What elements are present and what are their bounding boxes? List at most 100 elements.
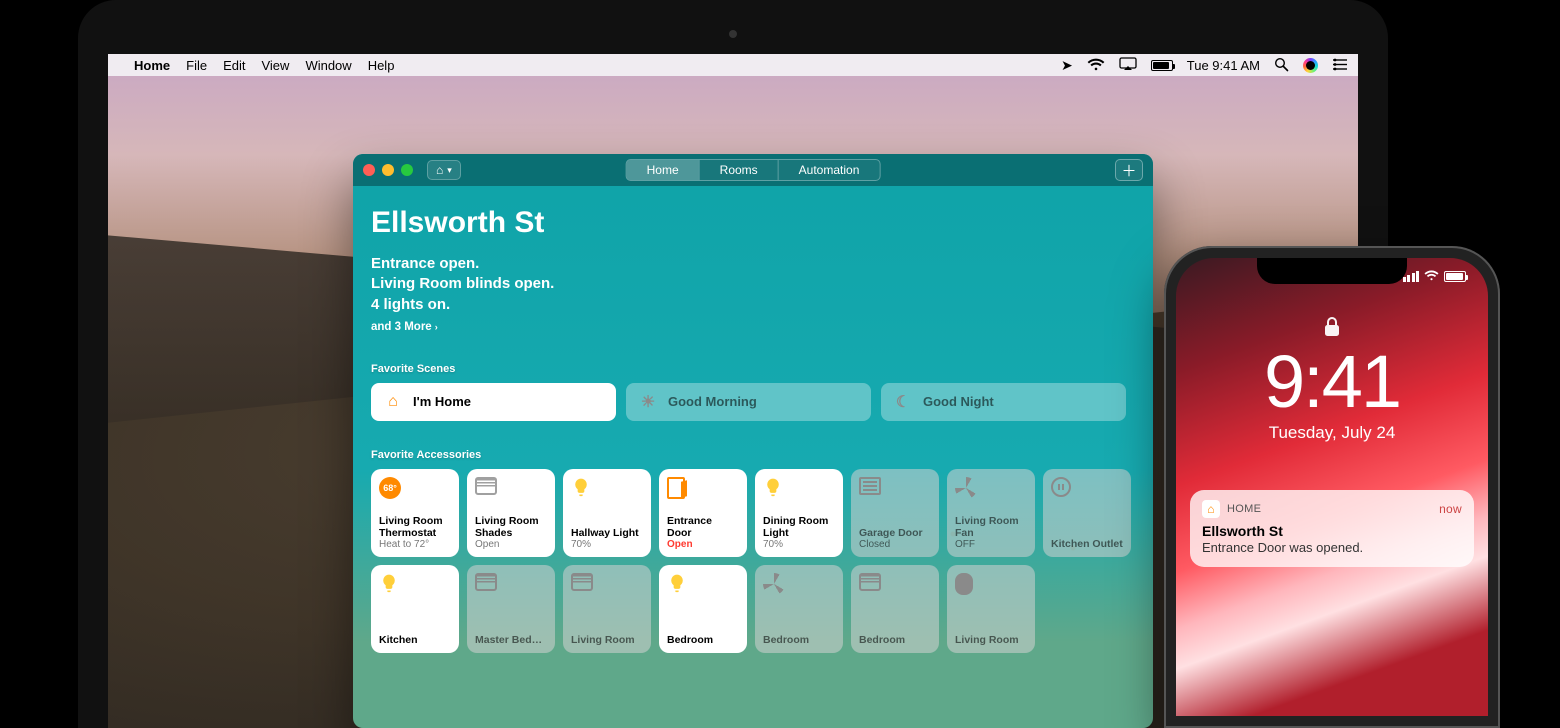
mac-menubar: Home File Edit View Window Help ➤ Tue 9:… (108, 54, 1358, 76)
tile-name: Dining Room Light (763, 515, 835, 539)
accessory-tile[interactable]: Living Room ShadesOpen (467, 469, 555, 557)
lock-time: 9:41 (1176, 345, 1488, 419)
minimize-button[interactable] (382, 164, 394, 176)
accessory-tile[interactable]: Kitchen Outlet (1043, 469, 1131, 557)
accessory-tile[interactable]: Bedroom (659, 565, 747, 653)
accessory-tile[interactable]: Kitchen (371, 565, 459, 653)
accessory-tile[interactable]: Hallway Light70% (563, 469, 651, 557)
tile-name: Bedroom (763, 634, 835, 646)
home-person-icon: ⌂ (383, 392, 403, 412)
favorite-accessories-label: Favorite Accessories (371, 449, 1135, 461)
moon-icon: ☾ (893, 392, 913, 412)
battery-icon[interactable] (1151, 60, 1173, 71)
home-app-window: ⌂ ▾ Home Rooms Automation ＋ Ellsworth St… (353, 154, 1153, 728)
accessory-tile[interactable]: Living Room (947, 565, 1035, 653)
status-line-2: Living Room blinds open. (371, 274, 1135, 294)
lock-icon (1176, 316, 1488, 343)
notification-body: Entrance Door was opened. (1202, 540, 1462, 555)
close-button[interactable] (363, 164, 375, 176)
view-tabs: Home Rooms Automation (626, 159, 881, 181)
menu-window[interactable]: Window (305, 58, 351, 73)
status-more-link[interactable]: and 3 More › (371, 321, 438, 333)
chevron-down-icon: ▾ (447, 165, 452, 176)
tab-rooms[interactable]: Rooms (699, 160, 778, 180)
window-controls (363, 164, 413, 176)
tile-name: Living Room Shades (475, 515, 547, 539)
accessory-tile[interactable]: 68°Living Room ThermostatHeat to 72° (371, 469, 459, 557)
tile-state: OFF (955, 539, 1027, 550)
status-more-text: and 3 More (371, 321, 432, 333)
tile-name: Bedroom (667, 634, 739, 646)
tile-name: Living Room Thermostat (379, 515, 451, 539)
tile-name: Living Room Fan (955, 515, 1027, 539)
accessory-tile[interactable]: Entrance DoorOpen (659, 469, 747, 557)
tile-name: Entrance Door (667, 515, 739, 539)
accessory-tile[interactable]: Master Bed… (467, 565, 555, 653)
menu-edit[interactable]: Edit (223, 58, 245, 73)
siri-icon[interactable] (1303, 58, 1318, 73)
location-icon[interactable]: ➤ (1061, 58, 1073, 72)
accessory-tiles-row1: 68°Living Room ThermostatHeat to 72°Livi… (371, 469, 1135, 557)
accessory-tiles-row2: KitchenMaster Bed… Living Room Bedroom Bedr… (371, 565, 1135, 653)
iphone-lockscreen: 9:41 Tuesday, July 24 ⌂ HOME now Ellswor… (1176, 258, 1488, 716)
scene-im-home[interactable]: ⌂ I'm Home (371, 383, 616, 421)
tile-state: Heat to 72° (379, 539, 451, 550)
sunrise-icon: ☀ (638, 392, 658, 412)
notification-title: Ellsworth St (1202, 523, 1462, 539)
tab-home[interactable]: Home (627, 160, 699, 180)
menubar-right: ➤ Tue 9:41 AM (1061, 57, 1348, 74)
tile-name: Garage Door (859, 527, 931, 539)
accessory-tile[interactable]: Living Room FanOFF (947, 469, 1035, 557)
wifi-icon (1424, 269, 1439, 284)
favorite-scenes-label: Favorite Scenes (371, 363, 1135, 375)
status-line-3: 4 lights on. (371, 295, 1135, 315)
notification-header: ⌂ HOME now (1202, 500, 1462, 518)
tile-name: Living Room (955, 634, 1027, 646)
notification-card[interactable]: ⌂ HOME now Ellsworth St Entrance Door wa… (1190, 490, 1474, 567)
notification-time: now (1439, 502, 1462, 516)
home-app-icon: ⌂ (1202, 500, 1220, 518)
menubar-clock[interactable]: Tue 9:41 AM (1187, 58, 1260, 73)
camera-dot (729, 30, 737, 38)
tile-name: Living Room (571, 634, 643, 646)
scenes-grid: ⌂ I'm Home ☀ Good Morning ☾ Good Night (371, 383, 1135, 421)
tab-automation[interactable]: Automation (778, 160, 880, 180)
scene-label: I'm Home (413, 394, 471, 409)
home-app-body: Ellsworth St Entrance open. Living Room … (353, 186, 1153, 728)
spotlight-icon[interactable] (1274, 57, 1289, 74)
accessory-tile[interactable]: Dining Room Light70% (755, 469, 843, 557)
scene-label: Good Morning (668, 394, 757, 409)
tile-state: Open (475, 539, 547, 550)
home-dropdown[interactable]: ⌂ ▾ (427, 160, 461, 180)
scene-good-morning[interactable]: ☀ Good Morning (626, 383, 871, 421)
menu-view[interactable]: View (261, 58, 289, 73)
menu-file[interactable]: File (186, 58, 207, 73)
house-icon: ⌂ (436, 163, 443, 177)
airplay-icon[interactable] (1119, 57, 1137, 73)
menu-help[interactable]: Help (368, 58, 395, 73)
tile-name: Hallway Light (571, 527, 643, 539)
lock-screen-content: 9:41 Tuesday, July 24 (1176, 316, 1488, 443)
lock-date: Tuesday, July 24 (1176, 423, 1488, 443)
tile-state: Closed (859, 539, 931, 550)
battery-icon (1444, 271, 1466, 282)
tile-state: 70% (571, 539, 643, 550)
notification-app-name: HOME (1227, 503, 1261, 515)
menubar-app-name[interactable]: Home (134, 58, 170, 73)
notification-center-icon[interactable] (1332, 58, 1348, 73)
accessory-tile[interactable]: Bedroom (755, 565, 843, 653)
accessory-tile[interactable]: Living Room (563, 565, 651, 653)
accessory-tile[interactable]: Garage DoorClosed (851, 469, 939, 557)
tile-name: Bedroom (859, 634, 931, 646)
scene-good-night[interactable]: ☾ Good Night (881, 383, 1126, 421)
home-window-titlebar: ⌂ ▾ Home Rooms Automation ＋ (353, 154, 1153, 186)
add-button[interactable]: ＋ (1115, 159, 1143, 181)
tile-name: Kitchen Outlet (1051, 538, 1123, 550)
scene-label: Good Night (923, 394, 994, 409)
accessory-tile[interactable]: Bedroom (851, 565, 939, 653)
chevron-right-icon: › (435, 322, 438, 332)
tile-state: 70% (763, 539, 835, 550)
zoom-button[interactable] (401, 164, 413, 176)
wifi-icon[interactable] (1087, 58, 1105, 73)
status-line-1: Entrance open. (371, 254, 1135, 274)
